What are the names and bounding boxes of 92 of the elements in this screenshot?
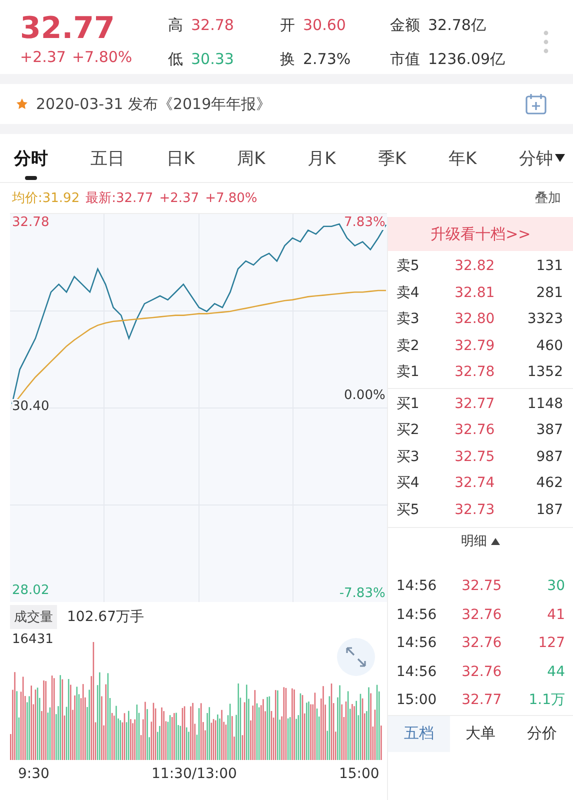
axis-label: 16431 [12,632,54,647]
percent-change: +7.80% [205,190,258,206]
price-change: +2.37 [159,190,200,206]
order-price: 32.81 [454,284,496,301]
chart-tab[interactable]: 分钟 [518,140,565,176]
expand-icon [345,646,368,668]
stat-value: 2.73% [303,50,351,68]
volume-total: 102.67万手 [67,608,144,626]
chart-tab[interactable]: 五日 [90,140,124,176]
stat-value: 1236.09亿 [428,50,506,69]
order-price: 32.77 [454,396,496,412]
order-level: 买4 [396,474,420,492]
chart-tab[interactable]: 季K [378,140,406,176]
trade-time: 14:56 [396,578,438,594]
chart-tab[interactable]: 日K [166,140,195,176]
order-volume: 1148 [526,396,563,412]
stat-label: 金额 [390,16,420,35]
overlay-button[interactable]: 叠加 [535,189,561,207]
trade-volume: 1.1万 [528,691,565,710]
order-price: 32.82 [454,258,496,274]
chart-tab[interactable]: 年K [448,140,477,176]
upgrade-button[interactable]: 升级看十档>> [388,217,573,251]
time-label: 9:30 [18,766,50,782]
order-level: 卖3 [396,310,420,328]
order-volume: 387 [535,422,563,438]
order-volume: 462 [535,475,563,492]
stat-label: 开 [280,16,295,35]
latest-price: 最新:32.77 [86,190,154,207]
order-level: 卖1 [396,363,420,382]
stat-value: 30.33 [191,50,234,68]
trade-time: 14:56 [396,664,438,680]
star-icon [16,98,28,110]
order-volume: 131 [535,258,563,274]
caret-icon [554,154,565,162]
detail-title[interactable]: 明细 [461,532,488,550]
trade-price: 32.75 [460,578,503,594]
order-price: 32.73 [454,502,496,518]
axis-label: 7.83% [344,215,386,230]
last-price: 32.77 [20,12,116,46]
order-volume: 1352 [526,364,563,380]
order-level: 买1 [396,394,420,413]
trade-price: 32.77 [460,692,503,708]
order-price: 32.75 [454,448,496,465]
order-level: 买3 [396,448,420,466]
order-volume: 460 [535,338,563,354]
order-volume: 987 [535,448,563,465]
stat-value: 30.60 [303,16,346,34]
average-price: 均价:31.92 [12,190,80,207]
trade-volume: 30 [546,578,565,594]
chart-tab[interactable]: 月K [308,140,336,176]
order-price: 32.76 [454,422,496,438]
order-price: 32.80 [454,311,496,328]
stat-label: 高 [168,16,183,35]
stat-value: 32.78 [191,16,234,34]
order-level: 卖5 [396,257,420,276]
trade-price: 32.76 [460,635,503,652]
chart-tab[interactable]: 周K [237,140,266,176]
calendar-add-icon[interactable] [525,93,547,115]
order-price: 32.74 [454,475,496,492]
caret-up-icon [491,538,500,544]
price-change: +2.37 [20,48,66,66]
order-level: 卖2 [396,336,420,355]
trade-time: 14:56 [396,606,438,623]
trade-volume: 127 [537,635,565,652]
order-price: 32.78 [454,364,496,380]
trade-volume: 41 [546,606,565,623]
trade-time: 14:56 [396,635,438,652]
axis-label: -7.83% [339,586,386,601]
order-level: 买2 [396,421,420,440]
order-volume: 3323 [526,311,563,328]
trade-time: 15:00 [396,692,438,708]
trade-price: 32.76 [460,664,503,680]
order-level: 卖4 [396,284,420,302]
stat-label: 换 [280,50,295,69]
time-label: 15:00 [338,766,380,782]
trade-price: 32.76 [460,606,503,623]
percent-change: +7.80% [72,48,132,66]
axis-label: 0.00% [344,388,386,403]
order-price: 32.79 [454,338,496,354]
more-icon[interactable] [543,30,549,54]
stat-value: 32.78亿 [428,16,486,35]
panel-tab[interactable]: 五档 [388,716,450,752]
stat-label: 市值 [390,50,420,69]
trade-volume: 44 [546,664,565,680]
order-volume: 281 [535,284,563,301]
order-level: 买5 [396,500,420,519]
time-label: 11:30/13:00 [152,766,237,782]
volume-label: 成交量 [10,605,57,629]
expand-button[interactable] [337,638,376,676]
order-volume: 187 [535,502,563,518]
announcement-text[interactable]: 2020-03-31 发布《2019年年报》 [36,94,517,114]
stat-label: 低 [168,50,183,69]
